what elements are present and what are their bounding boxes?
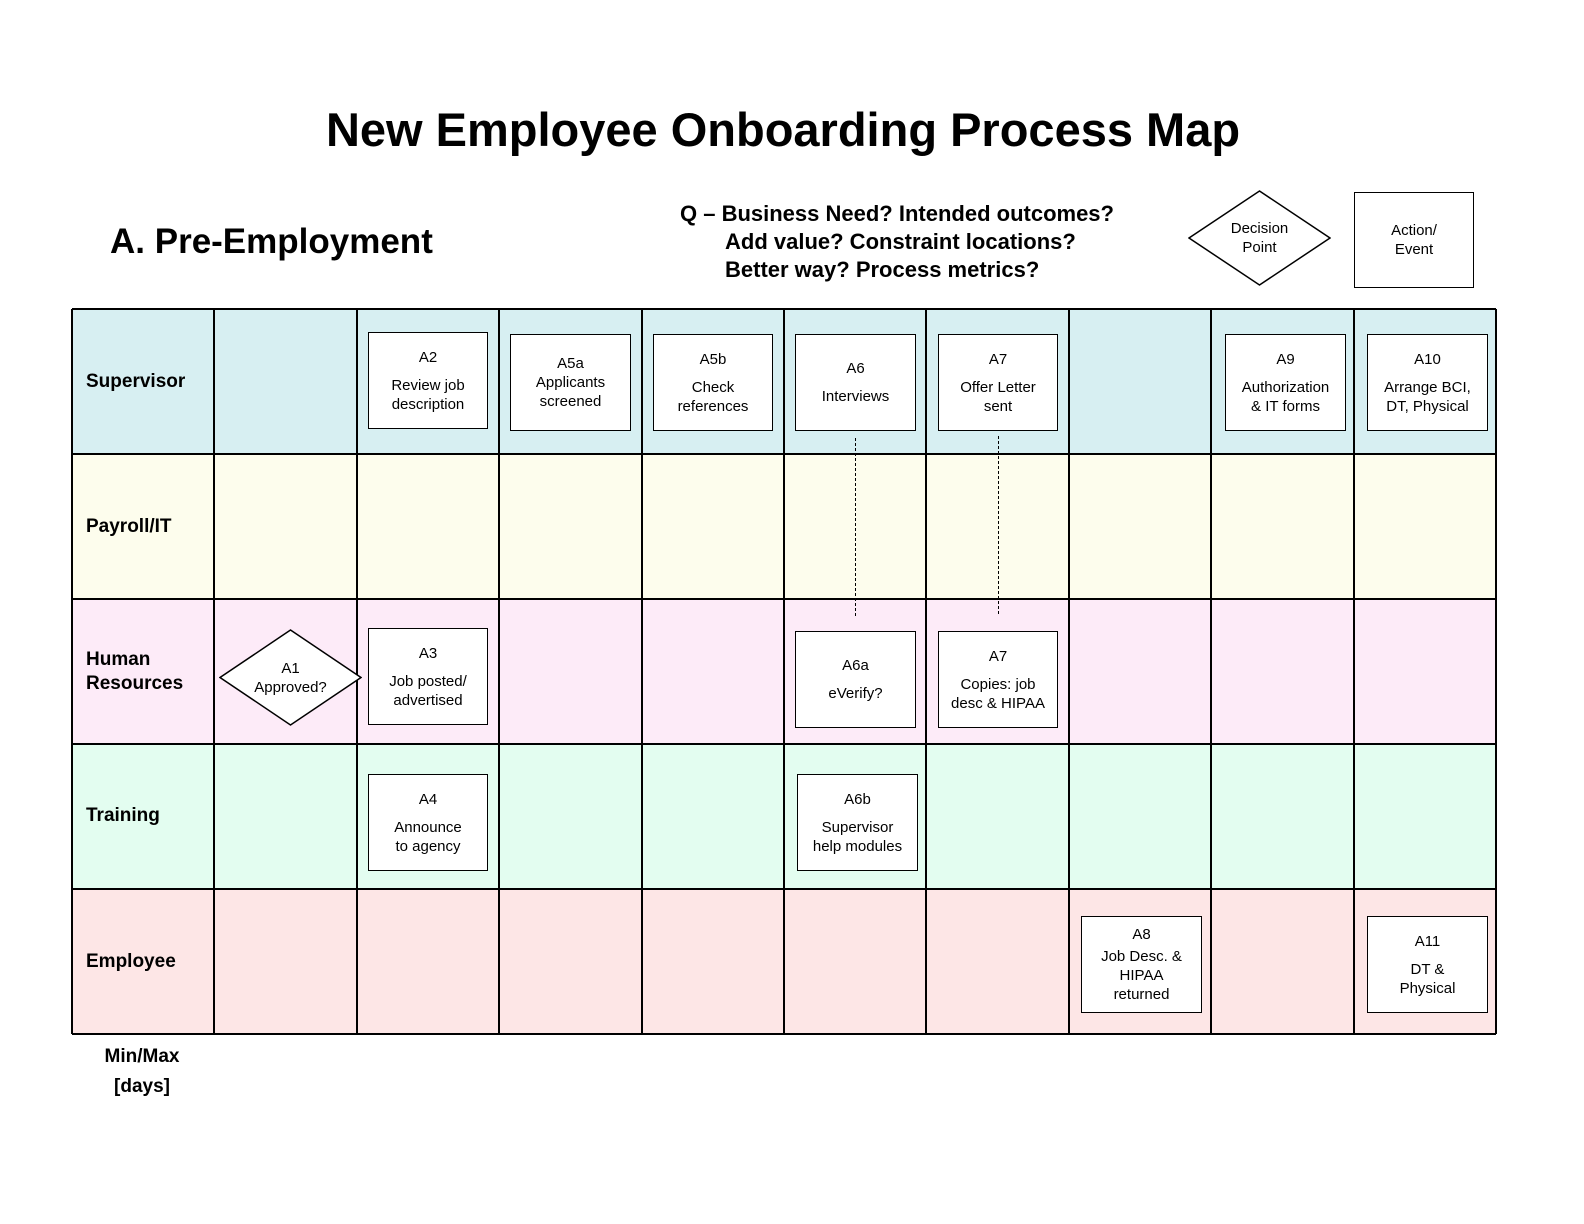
- node-text: Announce to agency: [394, 818, 462, 855]
- node-text: Job Desc. & HIPAA returned: [1101, 948, 1182, 1003]
- decision-a1-text: A1 Approved?: [219, 629, 362, 726]
- node-text: Offer Letter sent: [960, 378, 1036, 415]
- question-line: Better way? Process metrics?: [725, 257, 1040, 282]
- grid-column-divider: [1210, 309, 1212, 1034]
- grid-column-divider: [783, 309, 785, 1034]
- node-text: Interviews: [821, 388, 890, 405]
- node-id: A10: [1414, 350, 1441, 368]
- node-id: A5a: [557, 355, 584, 372]
- lane-label-supervisor: Supervisor: [86, 371, 186, 392]
- grid-row-divider: [72, 598, 1496, 600]
- grid-column-divider: [213, 309, 215, 1034]
- action-a4[interactable]: A4 Announce to agency: [368, 774, 488, 871]
- grid-column-divider: [1495, 309, 1497, 1034]
- node-id: A6a: [842, 657, 869, 674]
- action-a6a[interactable]: A6a eVerify?: [795, 631, 916, 728]
- node-text: Copies: job desc & HIPAA: [951, 675, 1045, 712]
- node-id: A7: [988, 350, 1008, 368]
- grid-column-divider: [1068, 309, 1070, 1034]
- node-id: A11: [1414, 932, 1441, 950]
- action-a2[interactable]: A2 Review job description: [368, 332, 488, 429]
- action-a10[interactable]: A10 Arrange BCI, DT, Physical: [1367, 334, 1488, 431]
- node-text: Review job description: [391, 376, 465, 413]
- action-a11[interactable]: A11 DT & Physical: [1367, 916, 1488, 1013]
- action-a6b[interactable]: A6b Supervisor help modules: [797, 774, 918, 871]
- node-id: A2: [418, 348, 438, 366]
- grid-column-divider: [71, 309, 73, 1034]
- node-id: A6: [846, 360, 865, 377]
- lane-label-payroll-it: Payroll/IT: [86, 516, 172, 537]
- node-text: Authorization & IT forms: [1241, 378, 1330, 415]
- grid-column-divider: [925, 309, 927, 1034]
- node-id: A7: [988, 647, 1008, 665]
- action-a3[interactable]: A3 Job posted/ advertised: [368, 628, 488, 725]
- node-text: Approved?: [254, 678, 327, 696]
- action-a8[interactable]: A8 Job Desc. & HIPAA returned: [1081, 916, 1202, 1013]
- lane-label-human-resources: Human Resources: [86, 649, 184, 694]
- legend-action-event: Action/ Event: [1354, 192, 1474, 288]
- legend-decision-point: Decision Point: [1187, 190, 1332, 286]
- page-title: New Employee Onboarding Process Map: [325, 103, 1241, 156]
- node-text: Supervisor help modules: [812, 818, 903, 855]
- legend-action-label: Action/ Event: [1391, 222, 1437, 258]
- grid-row-divider: [72, 453, 1496, 455]
- action-a6[interactable]: A6 Interviews: [795, 334, 916, 431]
- action-a5b[interactable]: A5b Check references: [653, 334, 773, 431]
- node-id: A4: [418, 790, 438, 808]
- node-id: A3: [418, 644, 438, 662]
- dashed-connector-a7-a7: [998, 436, 999, 614]
- node-id: A5b: [699, 350, 727, 368]
- node-text: eVerify?: [828, 685, 883, 702]
- node-id: A8: [1132, 926, 1151, 943]
- grid-row-divider: [72, 743, 1496, 745]
- node-id: A1: [281, 659, 300, 677]
- decision-a1[interactable]: A1 Approved?: [218, 629, 363, 726]
- node-text: Check references: [677, 378, 749, 415]
- legend-decision-label: Decision Point: [1230, 220, 1289, 256]
- grid-row-divider: [72, 308, 1496, 310]
- grid-row-divider: [72, 888, 1496, 890]
- action-a7-copies[interactable]: A7 Copies: job desc & HIPAA: [938, 631, 1058, 728]
- grid-row-divider: [72, 1033, 1496, 1035]
- node-text: Arrange BCI, DT, Physical: [1384, 378, 1471, 415]
- min-max-days-label: Min/Max [days]: [104, 1046, 180, 1097]
- question-line: Q – Business Need? Intended outcomes?: [680, 201, 1114, 226]
- grid-column-divider: [1353, 309, 1355, 1034]
- node-text: Applicants screened: [535, 374, 606, 410]
- node-text: Job posted/ advertised: [389, 672, 467, 709]
- action-a7-offer[interactable]: A7 Offer Letter sent: [938, 334, 1058, 431]
- action-a9[interactable]: A9 Authorization & IT forms: [1225, 334, 1346, 431]
- guiding-questions: Q – Business Need? Intended outcomes? Ad…: [680, 200, 1114, 284]
- section-title: A. Pre-Employment: [110, 222, 433, 261]
- lane-label-employee: Employee: [86, 951, 176, 972]
- question-line: Add value? Constraint locations?: [725, 229, 1076, 254]
- node-id: A9: [1276, 350, 1295, 368]
- node-id: A6b: [844, 790, 871, 808]
- node-text: DT & Physical: [1399, 960, 1456, 997]
- action-a5a[interactable]: A5a Applicants screened: [510, 334, 631, 431]
- grid-column-divider: [641, 309, 643, 1034]
- lane-label-training: Training: [86, 805, 160, 826]
- dashed-connector-a6-a6a: [855, 438, 856, 616]
- grid-column-divider: [498, 309, 500, 1034]
